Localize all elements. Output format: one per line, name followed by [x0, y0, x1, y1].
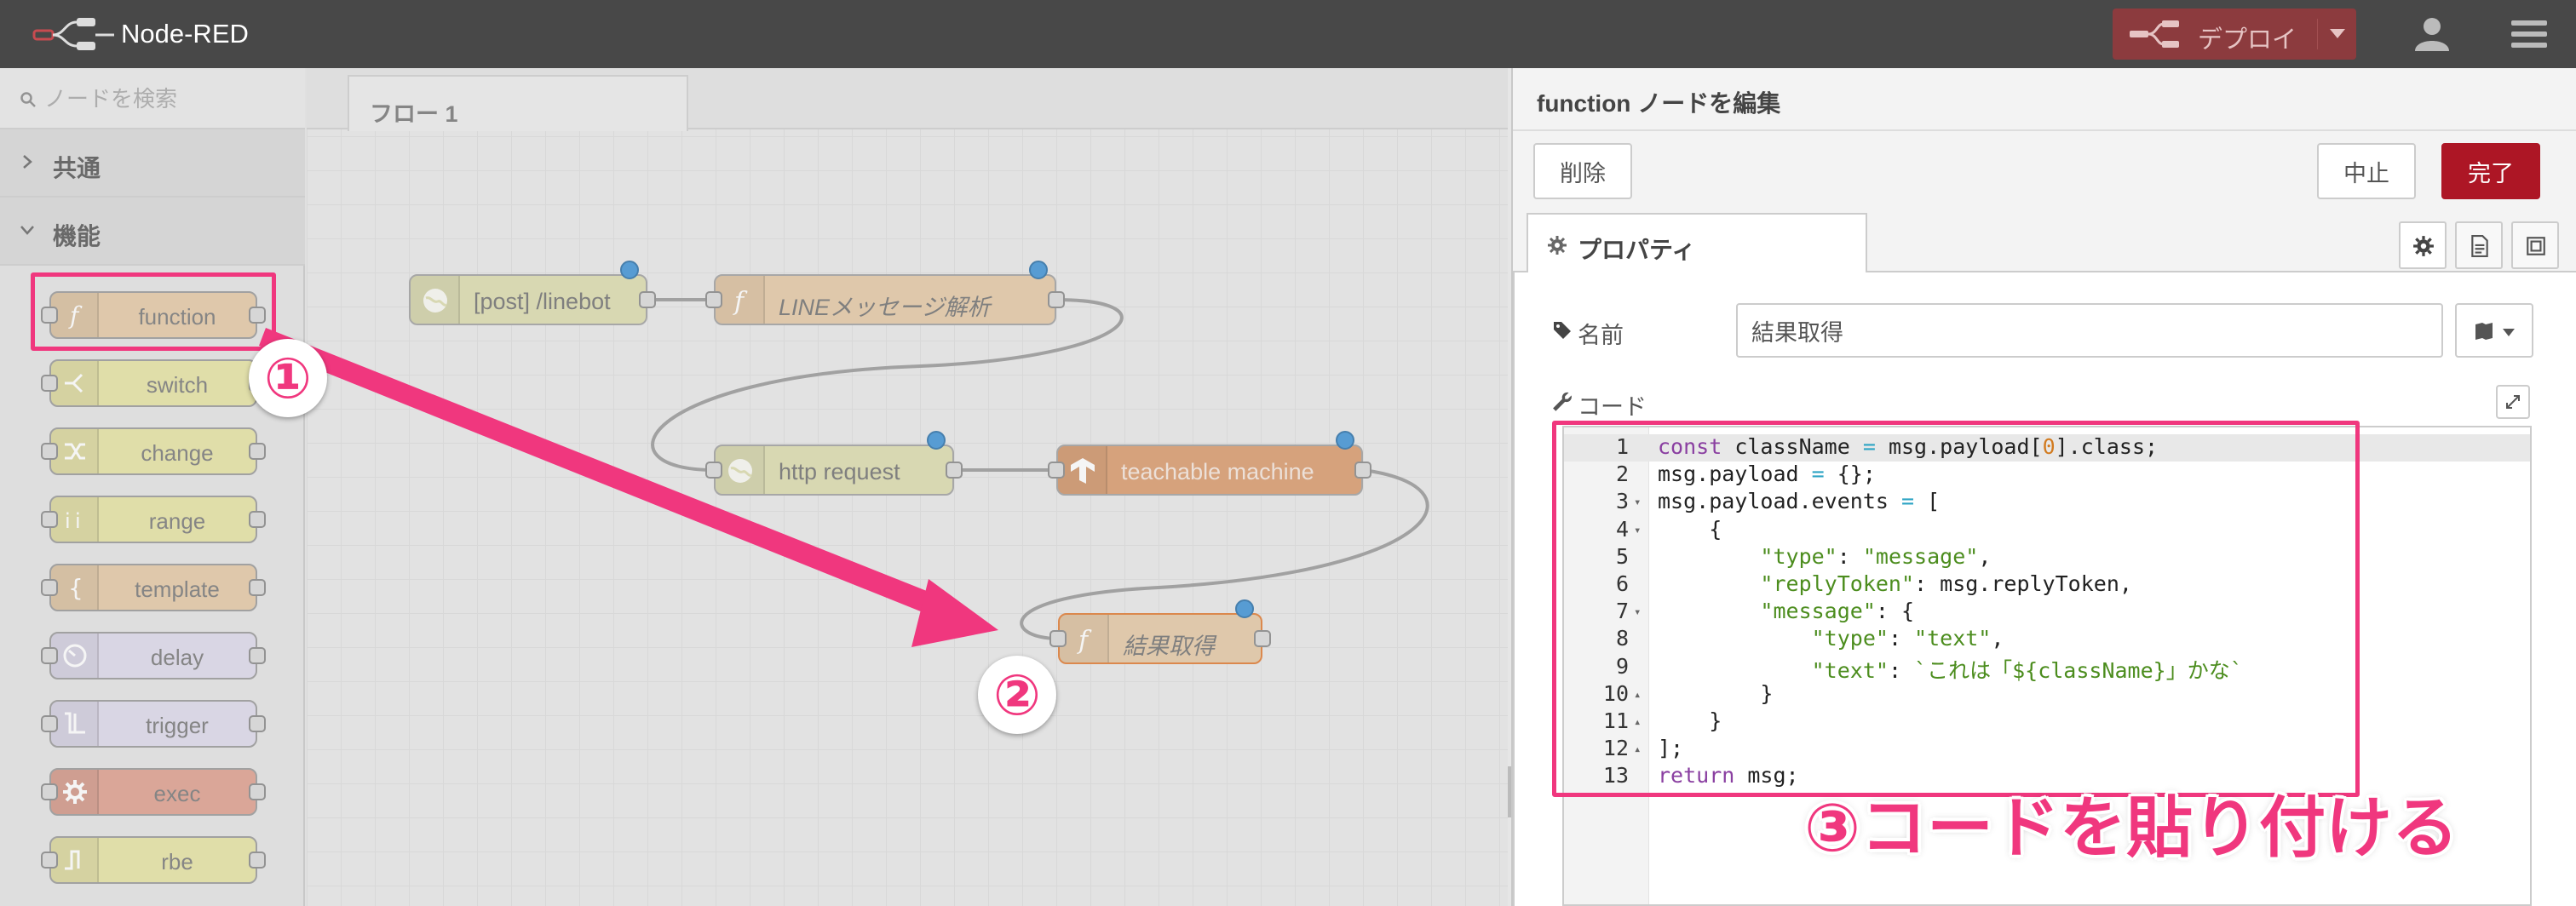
- step-3-caption: ③コードを貼り付ける: [1804, 790, 2459, 865]
- step-2-marker: ②: [978, 656, 1056, 734]
- step-1-marker: ①: [249, 339, 327, 417]
- highlight-code-area: [1552, 421, 2360, 797]
